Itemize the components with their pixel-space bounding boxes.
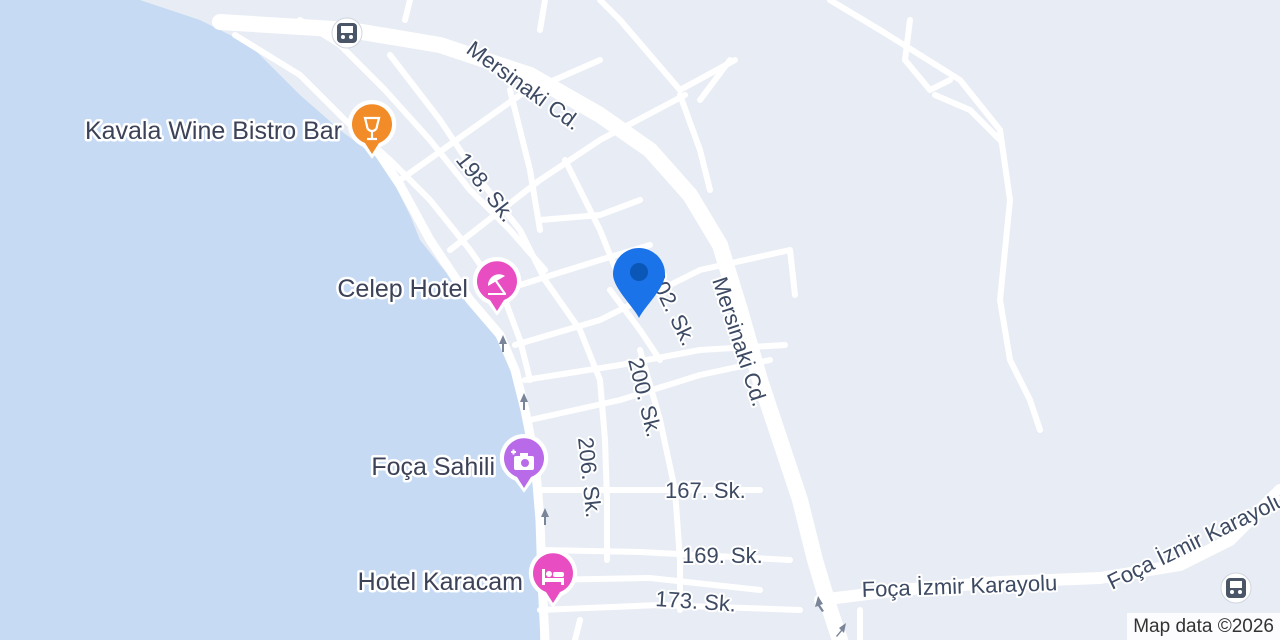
poi-label-celep: Celep Hotel <box>337 275 468 303</box>
poi-label-kavala: Kavala Wine Bistro Bar <box>85 117 342 145</box>
bus-stop-icon[interactable] <box>1220 572 1252 604</box>
poi-label-foca-sahili: Foça Sahili <box>371 453 495 481</box>
map-canvas[interactable]: Mersinaki Cd. Mersinaki Cd. 198. Sk. 202… <box>0 0 1280 640</box>
road-label-167: 167. Sk. <box>665 478 746 503</box>
poi-label-hotel-karacam: Hotel Karacam <box>358 568 523 596</box>
road-label-169: 169. Sk. <box>682 543 763 568</box>
map-attribution: Map data ©2026 <box>1127 613 1280 640</box>
map-layer: Mersinaki Cd. Mersinaki Cd. 198. Sk. 202… <box>0 0 1280 640</box>
bus-stop-icon[interactable] <box>331 17 363 49</box>
